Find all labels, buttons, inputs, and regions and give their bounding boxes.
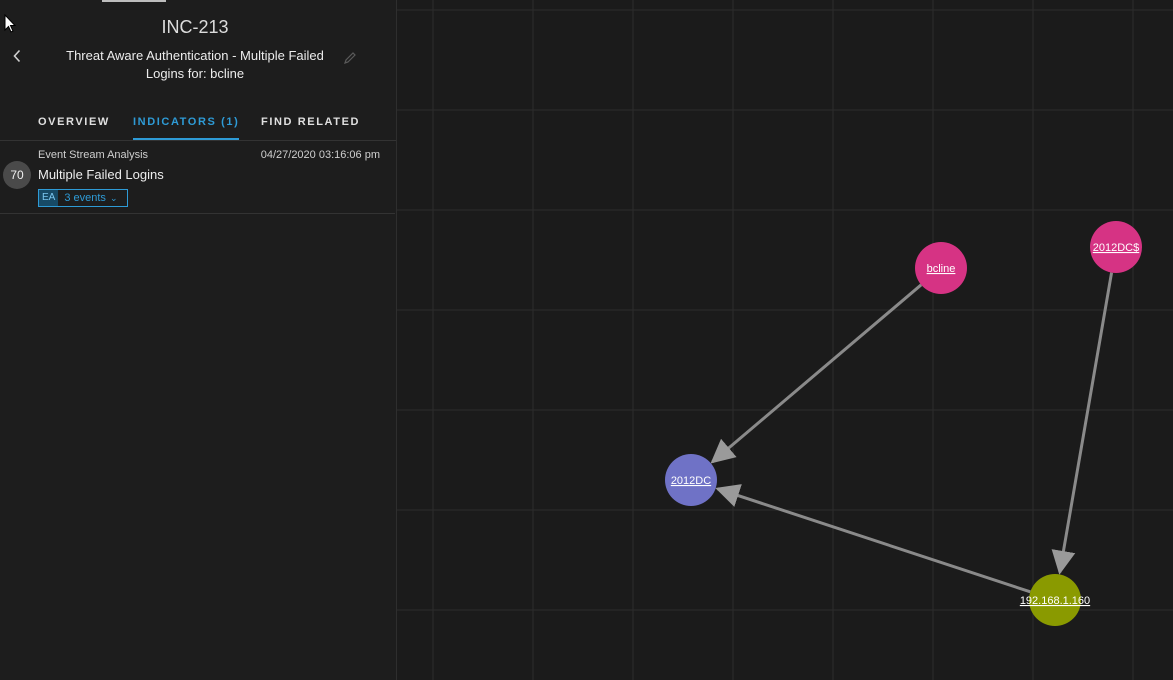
graph-nodes: bcline 2012DC$ 2012DC 192.168.1.160 bbox=[665, 221, 1142, 626]
graph-node-label[interactable]: 192.168.1.160 bbox=[1020, 595, 1090, 607]
graph-node[interactable]: 2012DC bbox=[665, 454, 717, 506]
back-button[interactable] bbox=[7, 44, 27, 68]
graph-edge bbox=[710, 283, 923, 464]
incident-id: INC-213 bbox=[161, 17, 229, 37]
tab-find-related[interactable]: FIND RELATED bbox=[261, 116, 360, 138]
indicator-timestamp: 04/27/2020 03:16:06 pm bbox=[260, 149, 380, 161]
tab-overview[interactable]: OVERVIEW bbox=[38, 116, 110, 138]
graph-edge bbox=[715, 484, 1031, 594]
nodal-graph-canvas[interactable]: bcline 2012DC$ 2012DC 192.168.1.160 bbox=[397, 0, 1173, 680]
incident-view: INC-213 Threat Aware Authentication - Mu… bbox=[0, 0, 1173, 680]
events-toggle-button[interactable]: EA 3 events ⌄ bbox=[38, 189, 129, 207]
graph-node[interactable]: 2012DC$ bbox=[1090, 221, 1142, 273]
graph-node[interactable]: bcline bbox=[915, 242, 967, 294]
ea-badge: EA bbox=[39, 190, 59, 206]
incident-title: Threat Aware Authentication - Multiple F… bbox=[66, 48, 324, 81]
indicator-name: Multiple Failed Logins bbox=[38, 167, 164, 182]
graph-edges bbox=[710, 272, 1114, 594]
indicator-list-item[interactable]: 70 Event Stream Analysis 04/27/2020 03:1… bbox=[0, 141, 395, 214]
graph-edge bbox=[1051, 272, 1114, 575]
graph-node[interactable]: 192.168.1.160 bbox=[1020, 574, 1090, 626]
graph-node-label[interactable]: bcline bbox=[927, 263, 956, 275]
scroll-indicator bbox=[102, 0, 166, 2]
indicator-source: Event Stream Analysis bbox=[38, 149, 149, 161]
tab-indicators[interactable]: INDICATORS (1) bbox=[133, 116, 240, 140]
incident-details-panel: INC-213 Threat Aware Authentication - Mu… bbox=[0, 0, 397, 680]
incident-tabs: OVERVIEW INDICATORS (1) FIND RELATED bbox=[0, 108, 396, 141]
graph-node-label[interactable]: 2012DC bbox=[671, 475, 711, 487]
graph-svg: bcline 2012DC$ 2012DC 192.168.1.160 bbox=[397, 0, 1173, 680]
graph-node-label[interactable]: 2012DC$ bbox=[1093, 242, 1139, 254]
events-count: 3 events bbox=[64, 192, 106, 204]
chevron-down-icon: ⌄ bbox=[109, 192, 118, 203]
risk-score-badge: 70 bbox=[3, 161, 31, 189]
pencil-icon[interactable] bbox=[343, 51, 357, 65]
chevron-left-icon bbox=[13, 49, 21, 63]
